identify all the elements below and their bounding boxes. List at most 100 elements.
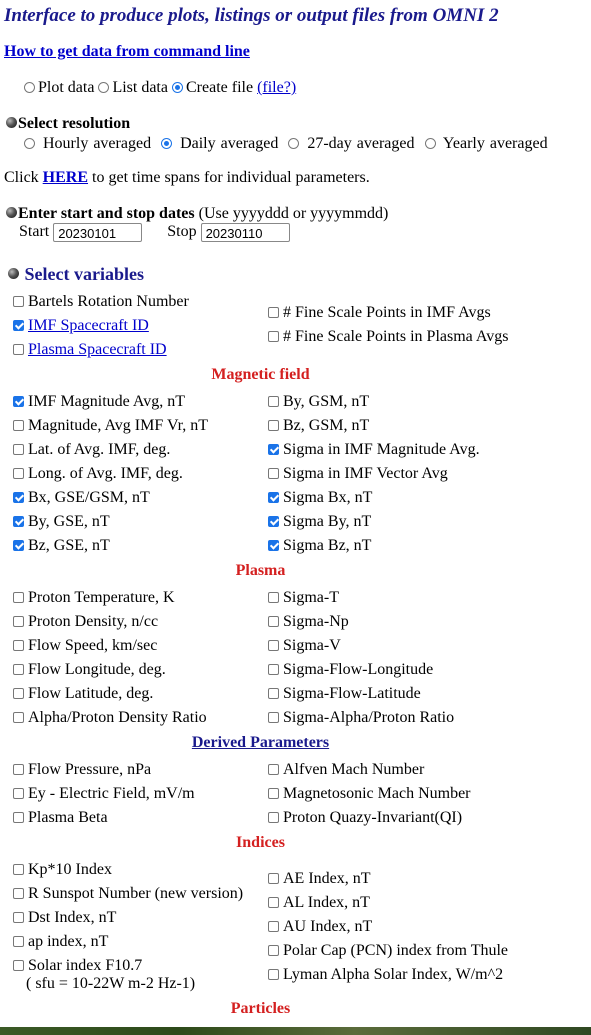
variable-checkbox[interactable]: Sigma-Alpha/Proton Ratio (268, 709, 454, 727)
checkbox-icon[interactable] (13, 639, 24, 651)
checkbox-checked-icon[interactable] (13, 395, 24, 407)
checkbox-icon[interactable] (268, 663, 279, 675)
spacecraft-left-checkbox[interactable]: Bartels Rotation Number (13, 293, 189, 311)
checkbox-checked-icon[interactable] (13, 319, 24, 331)
radio-selected-icon[interactable] (171, 81, 183, 93)
variable-checkbox[interactable]: Flow Longitude, deg. (13, 661, 166, 679)
checkbox-icon[interactable] (13, 863, 24, 875)
checkbox-icon[interactable] (13, 343, 24, 355)
variable-checkbox[interactable]: Bx, GSE/GSM, nT (13, 489, 150, 507)
checkbox-checked-icon[interactable] (13, 515, 24, 527)
checkbox-label[interactable]: IMF Spacecraft ID (28, 317, 149, 334)
variable-checkbox[interactable]: Sigma-V (268, 637, 341, 655)
variable-checkbox[interactable]: Alfven Mach Number (268, 761, 424, 779)
checkbox-icon[interactable] (13, 687, 24, 699)
checkbox-checked-icon[interactable] (268, 539, 279, 551)
checkbox-icon[interactable] (268, 896, 279, 908)
checkbox-icon[interactable] (268, 330, 279, 342)
checkbox-icon[interactable] (268, 787, 279, 799)
checkbox-checked-icon[interactable] (268, 443, 279, 455)
stop-date-input[interactable]: 20230110 (200, 223, 290, 242)
checkbox-icon[interactable] (13, 419, 24, 431)
index-checkbox[interactable]: AL Index, nT (268, 894, 370, 912)
checkbox-icon[interactable] (13, 911, 24, 923)
variable-checkbox[interactable]: Flow Latitude, deg. (13, 685, 153, 703)
checkbox-icon[interactable] (13, 935, 24, 947)
variable-checkbox[interactable]: Sigma in IMF Vector Avg (268, 465, 448, 483)
checkbox-icon[interactable] (268, 306, 279, 318)
variable-checkbox[interactable]: Plasma Beta (13, 809, 108, 827)
27day-radio[interactable]: 27-day averaged (288, 135, 415, 152)
checkbox-icon[interactable] (13, 615, 24, 627)
checkbox-checked-icon[interactable] (13, 539, 24, 551)
radio-icon[interactable] (24, 81, 35, 93)
checkbox-icon[interactable] (268, 467, 279, 479)
variable-checkbox[interactable]: Lat. of Avg. IMF, deg. (13, 441, 170, 459)
checkbox-icon[interactable] (268, 615, 279, 627)
variable-checkbox[interactable]: Sigma Bx, nT (268, 489, 372, 507)
index-checkbox[interactable]: ap index, nT (13, 933, 108, 951)
checkbox-icon[interactable] (13, 295, 24, 307)
radio-icon[interactable] (288, 137, 300, 149)
variable-checkbox[interactable]: Bz, GSM, nT (268, 417, 369, 435)
variable-checkbox[interactable]: Magnetosonic Mach Number (268, 785, 471, 803)
variable-checkbox[interactable]: Long. of Avg. IMF, deg. (13, 465, 183, 483)
checkbox-icon[interactable] (13, 959, 24, 971)
checkbox-icon[interactable] (268, 968, 279, 980)
variable-checkbox[interactable]: Sigma-T (268, 589, 339, 607)
radio-selected-icon[interactable] (161, 137, 173, 149)
radio-icon[interactable] (98, 81, 110, 93)
file-help-link[interactable]: (file?) (257, 79, 296, 96)
checkbox-icon[interactable] (13, 763, 24, 775)
checkbox-icon[interactable] (268, 395, 279, 407)
variable-checkbox[interactable]: By, GSM, nT (268, 393, 369, 411)
checkbox-icon[interactable] (268, 872, 279, 884)
checkbox-icon[interactable] (268, 419, 279, 431)
variable-checkbox[interactable]: Proton Temperature, K (13, 589, 175, 607)
checkbox-icon[interactable] (268, 711, 279, 723)
checkbox-icon[interactable] (268, 944, 279, 956)
checkbox-icon[interactable] (268, 639, 279, 651)
checkbox-icon[interactable] (13, 887, 24, 899)
checkbox-icon[interactable] (13, 443, 24, 455)
variable-checkbox[interactable]: Proton Density, n/cc (13, 613, 158, 631)
hourly-radio[interactable]: Hourly averaged (24, 135, 151, 152)
variable-checkbox[interactable]: Bz, GSE, nT (13, 537, 110, 555)
checkbox-icon[interactable] (13, 811, 24, 823)
daily-radio[interactable]: Daily averaged (161, 135, 278, 152)
start-date-input[interactable]: 20230101 (53, 223, 143, 242)
checkbox-icon[interactable] (268, 763, 279, 775)
variable-checkbox[interactable]: Magnitude, Avg IMF Vr, nT (13, 417, 208, 435)
checkbox-icon[interactable] (13, 663, 24, 675)
variable-checkbox[interactable]: IMF Magnitude Avg, nT (13, 393, 185, 411)
variable-checkbox[interactable]: Sigma By, nT (268, 513, 371, 531)
yearly-radio[interactable]: Yearly averaged (424, 135, 548, 152)
index-checkbox[interactable]: R Sunspot Number (new version) (13, 885, 243, 903)
index-checkbox[interactable]: Dst Index, nT (13, 909, 116, 927)
variable-checkbox[interactable]: Sigma Bz, nT (268, 537, 371, 555)
variable-checkbox[interactable]: Ey - Electric Field, mV/m (13, 785, 195, 803)
spacecraft-left-checkbox[interactable]: IMF Spacecraft ID (13, 317, 149, 335)
checkbox-checked-icon[interactable] (268, 491, 279, 503)
variable-checkbox[interactable]: Sigma in IMF Magnitude Avg. (268, 441, 480, 459)
spacecraft-right-checkbox[interactable]: # Fine Scale Points in IMF Avgs (268, 304, 491, 322)
variable-checkbox[interactable]: Sigma-Flow-Longitude (268, 661, 433, 679)
checkbox-icon[interactable] (13, 591, 24, 603)
plot-data-radio[interactable]: Plot data (24, 79, 94, 96)
radio-icon[interactable] (424, 137, 436, 149)
command-line-link[interactable]: How to get data from command line (4, 43, 250, 61)
index-checkbox[interactable]: Kp*10 Index (13, 861, 112, 879)
variable-checkbox[interactable]: Sigma-Flow-Latitude (268, 685, 421, 703)
index-checkbox[interactable]: Solar index F10.7 (13, 957, 142, 975)
checkbox-icon[interactable] (268, 811, 279, 823)
index-checkbox[interactable]: Polar Cap (PCN) index from Thule (268, 942, 508, 960)
variable-checkbox[interactable]: Alpha/Proton Density Ratio (13, 709, 207, 727)
index-checkbox[interactable]: AU Index, nT (268, 918, 372, 936)
create-file-radio[interactable]: Create file (171, 79, 253, 96)
checkbox-icon[interactable] (268, 920, 279, 932)
index-checkbox[interactable]: Lyman Alpha Solar Index, W/m^2 (268, 966, 503, 984)
checkbox-icon[interactable] (13, 711, 24, 723)
variable-checkbox[interactable]: Flow Speed, km/sec (13, 637, 157, 655)
variable-checkbox[interactable]: By, GSE, nT (13, 513, 110, 531)
checkbox-label[interactable]: Plasma Spacecraft ID (28, 341, 167, 358)
